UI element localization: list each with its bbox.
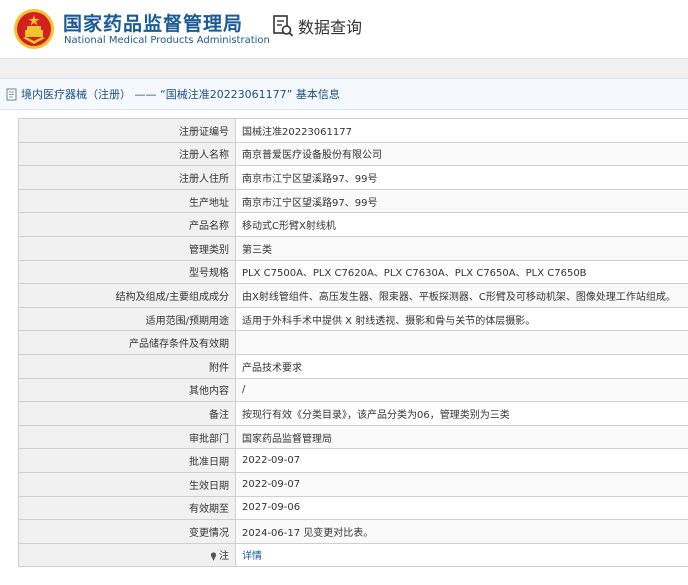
table-row: 产品名称 移动式C形臂X射线机 [18,212,688,237]
field-label: 审批部门 [18,424,236,450]
field-label: 备注 [18,401,236,426]
note-value-cell: 详情 [235,542,688,568]
field-label: 产品储存条件及有效期 [18,330,236,355]
org-name-en: National Medical Products Administration [64,35,270,46]
note-label-cell: 注 [18,542,236,568]
field-label: 生效日期 [18,471,236,497]
field-value: 南京普爱医疗设备股份有限公司 [235,141,688,167]
table-row: 产品储存条件及有效期 [18,330,688,355]
field-label: 其他内容 [18,377,236,403]
details-table: 注册证编号 国械注准20223061177 注册人名称 南京普爱医疗设备股份有限公司… [18,118,688,568]
field-value: 产品技术要求 [235,353,688,379]
field-value: 国家药品监督管理局 [235,424,688,450]
table-row: 生效日期 2022-09-07 [18,471,688,497]
data-query-link[interactable]: 数据查询 [272,14,362,38]
field-label: 批准日期 [18,448,236,473]
breadcrumb: 境内医疗器械（注册） —— “国械注准20223061177” 基本信息 [0,78,688,110]
field-value: 2022-09-07 [235,448,688,473]
document-search-icon [273,15,294,37]
table-row: 适用范围/预期用途 适用于外科手术中提供 X 射线透视、摄影和骨与关节的体层摄影。 [18,306,688,332]
table-row: 变更情况 2024-06-17 见变更对比表。 [18,519,688,544]
field-label: 产品名称 [18,212,236,237]
details-link[interactable]: 详情 [242,551,262,562]
field-value: PLX C7500A、PLX C7620A、PLX C7630A、PLX C76… [235,259,688,285]
note-row: 注 详情 [18,542,688,568]
site-header: 国家药品监督管理局 National Medical Products Admi… [0,0,688,58]
table-row: 生产地址 南京市江宁区望溪路97、99号 [18,188,688,214]
note-label: 注 [219,551,229,563]
field-value: 按现行有效《分类目录》，该产品分类为06，管理类别为三类 [235,401,688,426]
table-row: 注册证编号 国械注准20223061177 [18,118,688,143]
registration-details: 注册证编号 国械注准20223061177 注册人名称 南京普爱医疗设备股份有限公司… [18,118,688,568]
field-value: 南京市江宁区望溪路97、99号 [235,165,688,190]
table-row: 注册人住所 南京市江宁区望溪路97、99号 [18,165,688,190]
document-icon [6,88,17,100]
field-value: 2022-09-07 [235,471,688,497]
field-label: 型号规格 [18,259,236,285]
field-label: 生产地址 [18,188,236,214]
field-value: 第三类 [235,235,688,261]
org-name-cn: 国家药品监督管理局 [63,13,244,35]
field-value: 2027-09-06 [235,495,688,521]
header-divider [0,58,688,78]
table-row: 管理类别 第三类 [18,235,688,261]
field-value: 国械注准20223061177 [235,118,688,143]
field-label: 注册证编号 [18,118,236,143]
field-label: 注册人名称 [18,141,236,167]
field-value: / [235,377,688,403]
national-emblem-icon [14,9,54,49]
table-row: 注册人名称 南京普爱医疗设备股份有限公司 [18,141,688,167]
pin-icon [210,552,217,561]
table-row: 批准日期 2022-09-07 [18,448,688,473]
data-query-label: 数据查询 [298,18,363,37]
field-label: 注册人住所 [18,165,236,190]
field-label: 管理类别 [18,235,236,261]
field-label: 适用范围/预期用途 [18,306,236,332]
table-row: 型号规格 PLX C7500A、PLX C7620A、PLX C7630A、PLX… [18,259,688,285]
field-value: 适用于外科手术中提供 X 射线透视、摄影和骨与关节的体层摄影。 [235,306,688,332]
table-row: 备注 按现行有效《分类目录》，该产品分类为06，管理类别为三类 [18,401,688,426]
field-label: 结构及组成/主要组成成分 [18,283,236,308]
field-label: 附件 [18,353,236,379]
field-value: 移动式C形臂X射线机 [235,212,688,237]
field-value: 由X射线管组件、高压发生器、限束器、平板探测器、C形臂及可移动机架、图像处理工作… [235,283,688,308]
table-row: 附件 产品技术要求 [18,353,688,379]
table-row: 有效期至 2027-09-06 [18,495,688,521]
field-value: 南京市江宁区望溪路97、99号 [235,188,688,214]
table-row: 结构及组成/主要组成成分 由X射线管组件、高压发生器、限束器、平板探测器、C形臂及… [18,283,688,308]
field-value: 2024-06-17 见变更对比表。 [235,519,688,544]
field-label: 变更情况 [18,519,236,544]
table-row: 审批部门 国家药品监督管理局 [18,424,688,450]
table-row: 其他内容 / [18,377,688,403]
breadcrumb-text: 境内医疗器械（注册） —— “国械注准20223061177” 基本信息 [21,88,340,101]
field-value [235,330,688,355]
field-label: 有效期至 [18,495,236,521]
